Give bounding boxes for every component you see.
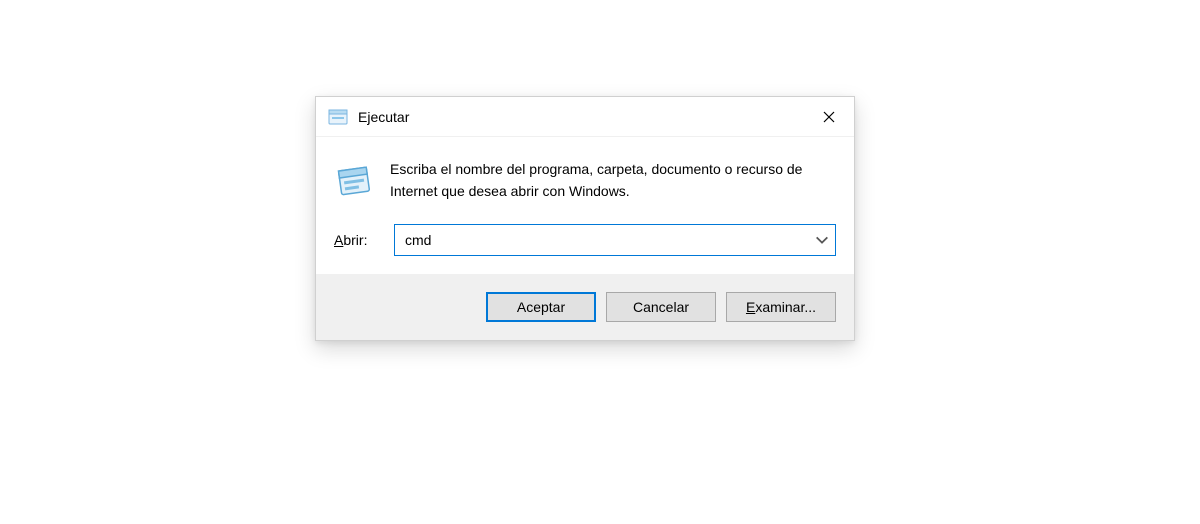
dialog-content: Escriba el nombre del programa, carpeta,…: [316, 137, 854, 274]
dialog-footer: Aceptar Cancelar Examinar...: [316, 274, 854, 340]
description-text: Escriba el nombre del programa, carpeta,…: [390, 159, 836, 202]
ok-button[interactable]: Aceptar: [486, 292, 596, 322]
browse-button[interactable]: Examinar...: [726, 292, 836, 322]
run-program-icon: [334, 161, 374, 201]
open-input[interactable]: [394, 224, 836, 256]
close-icon: [823, 111, 835, 123]
titlebar: Ejecutar: [316, 97, 854, 137]
description-row: Escriba el nombre del programa, carpeta,…: [334, 159, 836, 202]
cancel-button[interactable]: Cancelar: [606, 292, 716, 322]
open-combobox[interactable]: [394, 224, 836, 256]
open-row: Abrir:: [334, 224, 836, 256]
run-dialog: Ejecutar Escriba el nombre del pro: [315, 96, 855, 341]
open-label: Abrir:: [334, 232, 380, 248]
chevron-down-icon[interactable]: [814, 232, 830, 248]
dialog-title: Ejecutar: [358, 109, 804, 125]
close-button[interactable]: [804, 97, 854, 137]
run-title-icon: [328, 107, 348, 127]
